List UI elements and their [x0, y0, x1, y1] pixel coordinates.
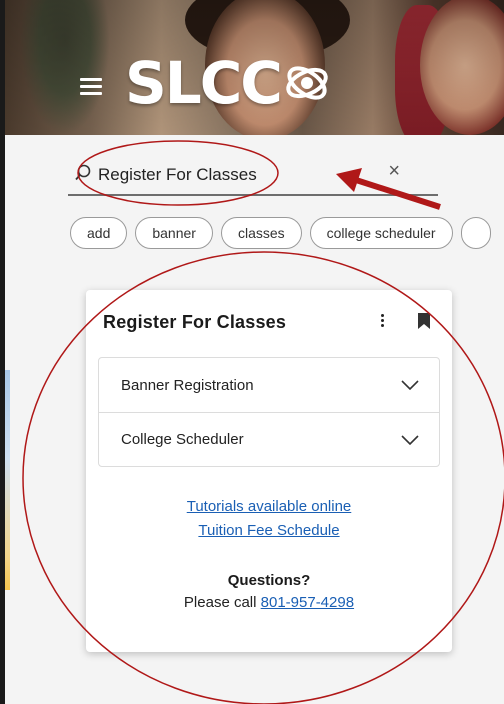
chevron-down-icon — [401, 380, 419, 390]
tutorials-link[interactable]: Tutorials available online — [86, 495, 452, 519]
suggestion-chips: add banner classes college scheduler — [70, 217, 491, 249]
chip-classes[interactable]: classes — [220, 217, 302, 249]
accordion-label: Banner Registration — [121, 376, 254, 394]
phone-link[interactable]: 801-957-4298 — [261, 594, 354, 611]
accordion-item-banner-registration[interactable]: Banner Registration — [99, 358, 439, 412]
bookmark-icon[interactable] — [417, 312, 431, 330]
search-input[interactable] — [98, 160, 398, 190]
tuition-fee-link[interactable]: Tuition Fee Schedule — [86, 519, 452, 543]
window-left-edge — [0, 0, 5, 704]
chip-overflow[interactable] — [460, 217, 491, 249]
questions-heading: Questions? — [227, 572, 311, 589]
logo-text: SLCC — [125, 49, 283, 117]
close-icon[interactable]: × — [388, 161, 400, 181]
slcc-logo[interactable]: SLCC — [125, 54, 331, 112]
chip-add[interactable]: add — [70, 217, 128, 249]
result-card: Register For Classes Banner Registration… — [86, 290, 452, 652]
search-bar: × — [68, 154, 438, 196]
hamburger-menu-icon[interactable] — [80, 78, 102, 96]
chip-college-scheduler[interactable]: college scheduler — [309, 217, 453, 249]
kebab-menu-icon[interactable] — [378, 312, 386, 332]
card-title: Register For Classes — [103, 312, 287, 332]
chevron-down-icon — [401, 434, 419, 445]
call-prefix: Please call — [183, 594, 261, 611]
questions-block: Questions? Please call 801-957-4298 — [86, 570, 452, 614]
magnifier-icon — [75, 164, 91, 181]
chip-banner[interactable]: banner — [135, 217, 213, 249]
orbit-logo-icon — [286, 66, 328, 100]
questions-line: Please call 801-957-4298 — [86, 592, 452, 614]
resource-links: Tutorials available online Tuition Fee S… — [86, 495, 452, 543]
accordion-item-college-scheduler[interactable]: College Scheduler — [99, 412, 439, 466]
accordion-label: College Scheduler — [121, 431, 244, 448]
accordion: Banner Registration College Scheduler — [98, 357, 440, 467]
